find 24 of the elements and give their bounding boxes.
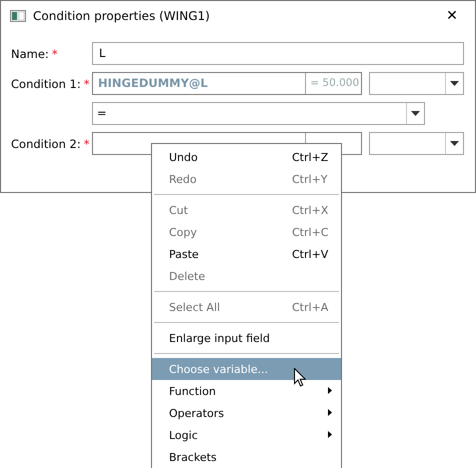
menu-item[interactable]: Operators bbox=[152, 402, 341, 424]
field-label: Condition 1: bbox=[11, 76, 81, 90]
operator-dropdown[interactable]: = bbox=[92, 102, 425, 125]
window-title: Condition properties (WING1) bbox=[33, 9, 211, 23]
close-button[interactable]: ✕ bbox=[429, 1, 475, 31]
required-mark: * bbox=[52, 46, 58, 60]
dropdown-arrow-icon bbox=[450, 141, 459, 146]
menu-item[interactable]: Enlarge input field bbox=[152, 327, 341, 349]
condition-dropdown[interactable] bbox=[369, 132, 464, 155]
name-field[interactable]: L bbox=[92, 42, 464, 65]
required-mark: * bbox=[84, 136, 90, 150]
menu-item[interactable]: Brackets bbox=[152, 446, 341, 468]
dropdown-arrow-icon bbox=[411, 111, 420, 116]
menu-item[interactable]: Paste Ctrl+V bbox=[152, 243, 341, 265]
required-mark: * bbox=[84, 76, 90, 90]
field-label: Condition 2: bbox=[11, 136, 81, 150]
field-label: Name: bbox=[11, 46, 49, 60]
menu-item[interactable]: Function bbox=[152, 380, 341, 402]
menu-item[interactable]: Logic bbox=[152, 424, 341, 446]
window-icon bbox=[10, 10, 26, 22]
menu-item[interactable]: Undo Ctrl+Z bbox=[152, 146, 341, 168]
condition-dropdown[interactable] bbox=[369, 72, 464, 95]
dropdown-arrow-icon bbox=[450, 81, 459, 86]
mouse-cursor-icon bbox=[294, 368, 306, 387]
